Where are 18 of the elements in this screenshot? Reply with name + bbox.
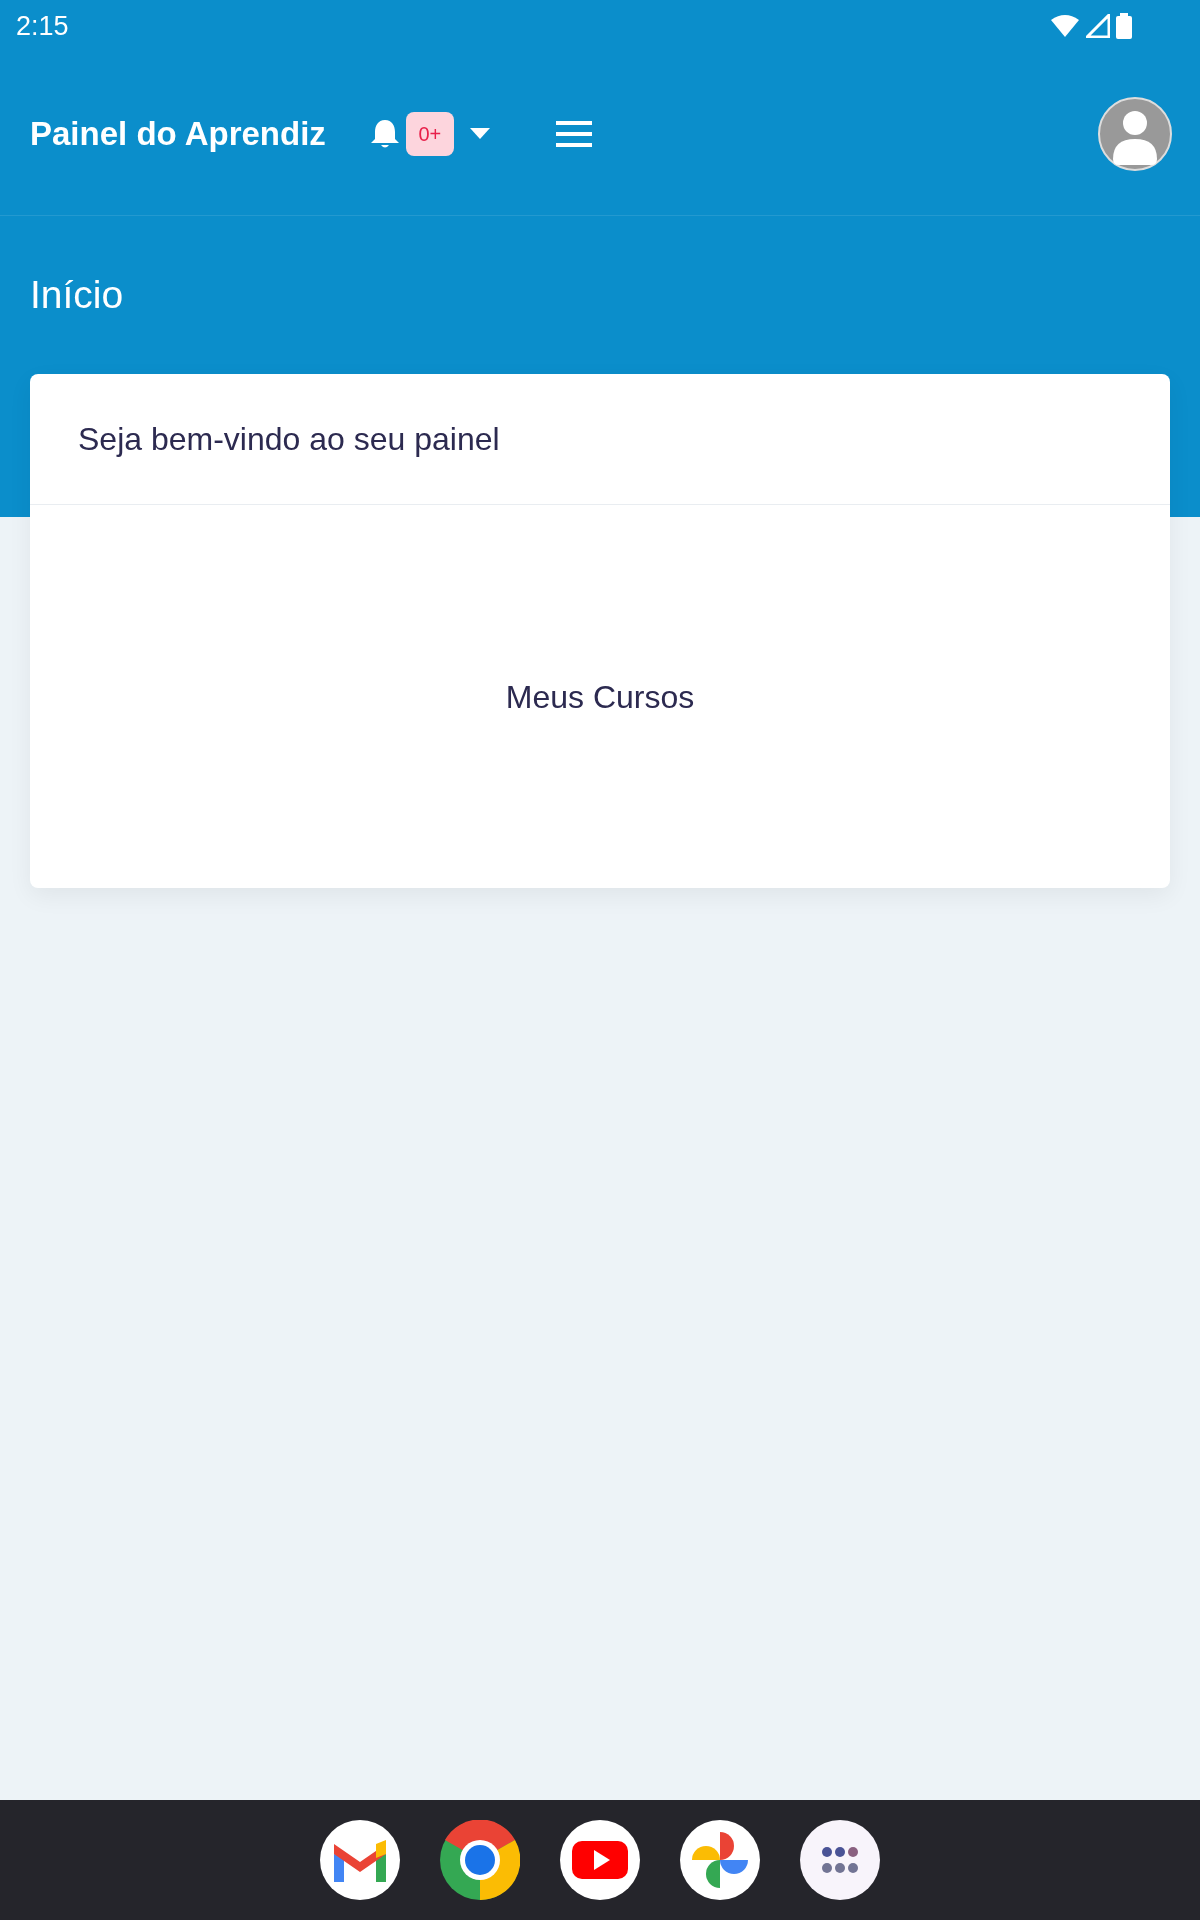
avatar-icon[interactable] xyxy=(1098,96,1172,171)
pinwheel-icon[interactable] xyxy=(680,1820,760,1900)
apps-grid-icon[interactable] xyxy=(800,1820,880,1900)
status-time: 2:15 xyxy=(16,9,69,43)
bell-icon[interactable] xyxy=(369,117,400,150)
mail-icon[interactable] xyxy=(320,1820,400,1900)
courses-link[interactable]: Meus Cursos xyxy=(505,672,695,721)
app-title: Painel do Aprendiz xyxy=(30,113,326,154)
menu-icon[interactable] xyxy=(555,120,592,147)
signal-icon xyxy=(1086,14,1110,38)
wifi-icon xyxy=(1050,14,1080,38)
browser-icon[interactable] xyxy=(440,1820,520,1900)
play-icon[interactable] xyxy=(560,1820,640,1900)
notification-badge: 0+ xyxy=(405,111,454,156)
battery-icon xyxy=(1116,13,1132,39)
page-title: Início xyxy=(30,271,124,318)
card-title: Seja bem-vindo ao seu painel xyxy=(78,420,500,459)
caret-icon[interactable] xyxy=(469,127,490,140)
